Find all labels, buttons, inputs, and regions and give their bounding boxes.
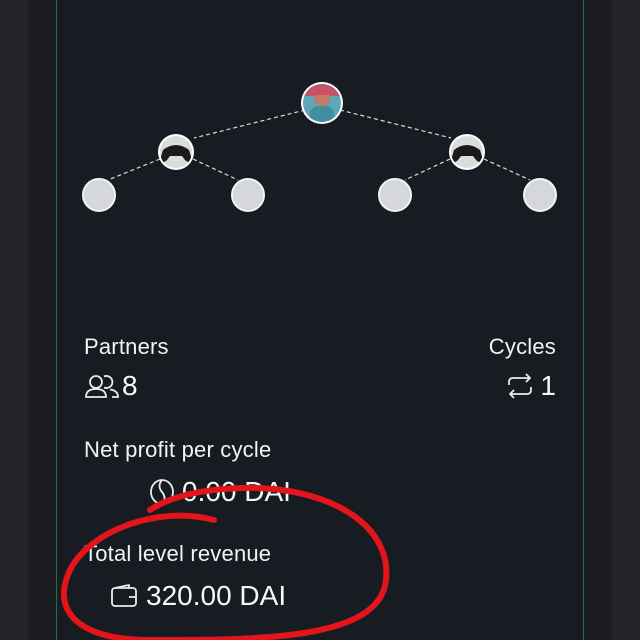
net-profit-label: Net profit per cycle <box>84 437 272 462</box>
revenue-value: 320.00 DAI <box>146 580 287 611</box>
wallet-icon <box>110 582 138 610</box>
coin-icon <box>148 477 176 507</box>
partners-value-row: 8 <box>84 370 138 402</box>
cycles-label: Cycles <box>488 334 556 359</box>
partners-count: 8 <box>122 370 138 401</box>
level1-left-avatar[interactable] <box>158 134 194 170</box>
revenue-label: Total level revenue <box>84 541 272 566</box>
level1-right-avatar[interactable] <box>449 134 485 170</box>
cycles-count: 1 <box>540 370 556 401</box>
partners-label: Partners <box>84 334 169 359</box>
net-profit-value: 0.00 DAI <box>182 476 291 507</box>
revenue-value-row: 320.00 DAI <box>110 580 286 612</box>
root-user-avatar[interactable] <box>300 82 344 128</box>
empty-slot[interactable] <box>231 178 265 212</box>
empty-slot[interactable] <box>82 178 116 212</box>
empty-slot[interactable] <box>523 178 557 212</box>
people-icon <box>84 371 120 401</box>
repeat-icon <box>504 371 536 401</box>
partner-tree <box>82 82 557 212</box>
empty-slot[interactable] <box>378 178 412 212</box>
net-profit-value-row: 0.00 DAI <box>148 476 291 508</box>
cycles-value-row: 1 <box>504 370 556 402</box>
